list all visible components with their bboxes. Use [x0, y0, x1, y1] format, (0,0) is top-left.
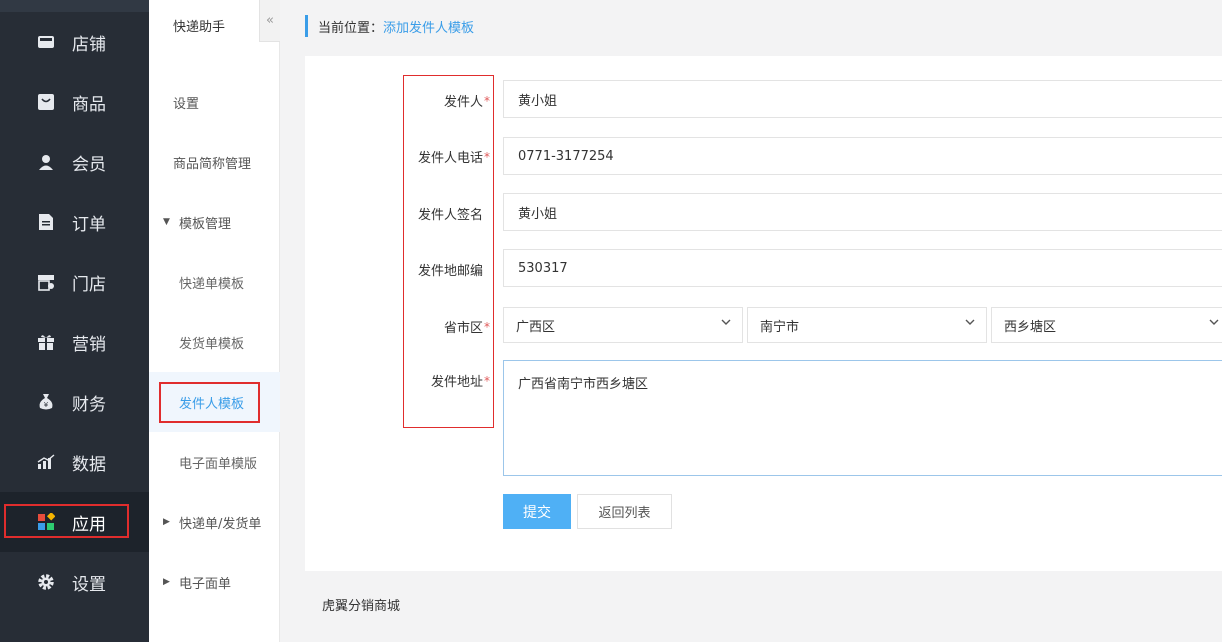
submenu-item-label: 模板管理: [179, 216, 232, 232]
nav-item-label: 订单: [72, 214, 106, 235]
district-select[interactable]: 西乡塘区: [991, 307, 1222, 343]
submenu: 快递助手 « 设置 商品简称管理 ▼ 模板管理 快递单模板 发货单模板 发件人模板…: [149, 0, 280, 642]
city-value: 南宁市: [760, 319, 800, 335]
nav-item-data[interactable]: 数据: [0, 432, 149, 492]
gear-icon: [36, 572, 56, 592]
nav-item-label: 设置: [72, 574, 106, 595]
address-value: 广西省南宁市西乡塘区: [518, 377, 649, 392]
bar-chart-icon: [36, 452, 56, 472]
collapse-button[interactable]: «: [259, 0, 280, 42]
nav-item-label: 财务: [72, 394, 106, 415]
nav-item-settings[interactable]: 设置: [0, 552, 149, 612]
submenu-group-templates[interactable]: ▼ 模板管理: [149, 192, 280, 252]
province-select[interactable]: 广西区: [503, 307, 743, 343]
postal-code-label: 发件地邮编: [417, 264, 483, 279]
breadcrumb-current[interactable]: 添加发件人模板: [383, 17, 474, 36]
sender-phone-label: 发件人电话: [417, 151, 483, 166]
required-mark: *: [484, 94, 490, 108]
submenu-item-abbrev[interactable]: 商品简称管理: [149, 132, 280, 192]
district-value: 西乡塘区: [1004, 319, 1057, 335]
address-textarea[interactable]: 广西省南宁市西乡塘区: [503, 360, 1222, 476]
submenu-group-eorder[interactable]: ▶ 电子面单: [149, 552, 280, 612]
shop-icon: [36, 272, 56, 292]
submenu-item-invoice-template[interactable]: 发货单模板: [149, 312, 280, 372]
sender-name-label: 发件人: [443, 95, 483, 110]
chevron-down-icon: [965, 319, 975, 325]
breadcrumb-prefix: 当前位置：: [318, 20, 384, 36]
nav-item-finance[interactable]: ¥ 财务: [0, 372, 149, 432]
sender-signature-value: 黄小姐: [518, 206, 558, 222]
nav-item-label: 会员: [72, 154, 106, 175]
caret-down-icon: ▼: [163, 217, 170, 227]
submenu-item-label: 电子面单模版: [179, 456, 258, 472]
nav-item-marketing[interactable]: 营销: [0, 312, 149, 372]
sender-name-value: 黄小姐: [518, 93, 558, 109]
region-label: 省市区: [443, 321, 483, 336]
nav-item-goods[interactable]: 商品: [0, 72, 149, 132]
sender-signature-input[interactable]: 黄小姐: [503, 193, 1222, 231]
postal-code-input[interactable]: 530317: [503, 249, 1222, 287]
submenu-item-label: 快递单/发货单: [179, 516, 262, 532]
submit-button[interactable]: 提交: [503, 494, 571, 529]
submenu-item-express-template[interactable]: 快递单模板: [149, 252, 280, 312]
sender-name-input[interactable]: 黄小姐: [503, 80, 1222, 118]
caret-right-icon: ▶: [163, 517, 170, 527]
province-value: 广西区: [516, 319, 556, 335]
nav-item-store[interactable]: 店铺: [0, 12, 149, 72]
submenu-item-label: 快递单模板: [179, 276, 245, 292]
store-icon: [36, 32, 56, 52]
footer-brand: 虎翼分销商城: [322, 599, 401, 614]
submenu-item-settings[interactable]: 设置: [149, 72, 280, 132]
required-mark: *: [484, 374, 490, 388]
sender-phone-value: 0771-3177254: [518, 148, 614, 164]
submenu-item-label: 电子面单: [179, 576, 232, 592]
submenu-item-label: 发货单模板: [179, 336, 245, 352]
city-select[interactable]: 南宁市: [747, 307, 987, 343]
nav-item-members[interactable]: 会员: [0, 132, 149, 192]
required-mark: *: [484, 320, 490, 334]
required-mark: *: [484, 150, 490, 164]
submenu-item-eorder-template[interactable]: 电子面单模版: [149, 432, 280, 492]
submenu-item-label: 设置: [173, 96, 200, 112]
bag-icon: [36, 92, 56, 112]
money-bag-icon: ¥: [36, 392, 56, 412]
nav-item-label: 营销: [72, 334, 106, 355]
chevron-down-icon: [1209, 319, 1219, 325]
double-chevron-left-icon: «: [266, 13, 274, 28]
postal-code-value: 530317: [518, 260, 568, 276]
svg-text:¥: ¥: [44, 401, 49, 409]
chevron-down-icon: [721, 319, 731, 325]
main-nav: 店铺 商品 会员 订单 门店 营销 ¥ 财务 数据 应用 设置: [0, 0, 149, 642]
back-to-list-button[interactable]: 返回列表: [577, 494, 672, 529]
caret-right-icon: ▶: [163, 577, 170, 587]
submenu-group-express-invoice[interactable]: ▶ 快递单/发货单: [149, 492, 280, 552]
address-label: 发件地址: [430, 375, 483, 390]
submenu-item-label: 商品简称管理: [173, 156, 252, 172]
nav-item-label: 数据: [72, 454, 106, 475]
user-icon: [36, 152, 56, 172]
highlight-apps-box: [4, 504, 129, 538]
nav-item-shops[interactable]: 门店: [0, 252, 149, 312]
highlight-sender-template-box: [159, 382, 260, 423]
submenu-title: 快递助手: [173, 20, 226, 35]
nav-top-bar: [0, 0, 149, 12]
nav-item-orders[interactable]: 订单: [0, 192, 149, 252]
gift-icon: [36, 332, 56, 352]
sender-phone-input[interactable]: 0771-3177254: [503, 137, 1222, 175]
nav-item-label: 商品: [72, 94, 106, 115]
nav-item-label: 门店: [72, 274, 106, 295]
breadcrumb: 当前位置： 添加发件人模板: [305, 15, 474, 37]
nav-item-label: 店铺: [72, 34, 106, 55]
sender-signature-label: 发件人签名: [417, 208, 483, 223]
document-icon: [36, 212, 56, 232]
